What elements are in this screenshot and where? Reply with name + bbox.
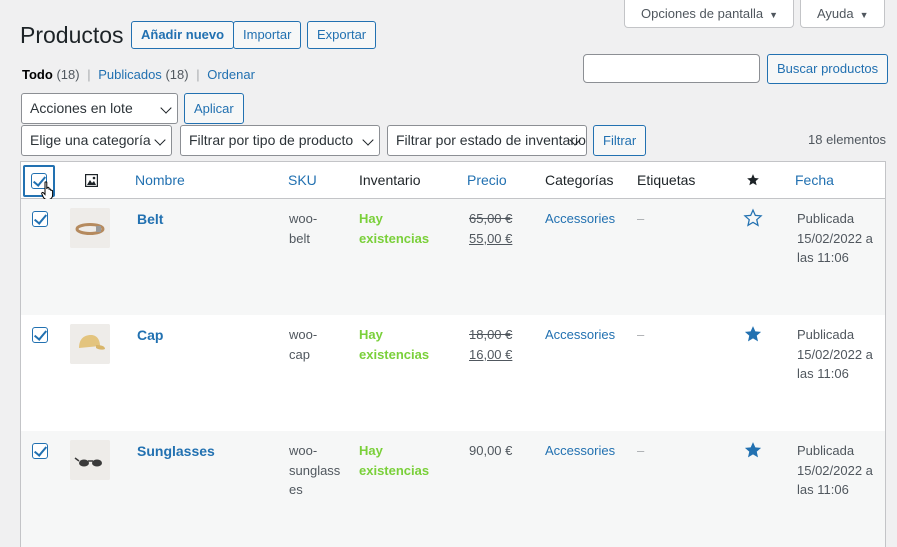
column-categories: Categorías xyxy=(545,172,614,188)
sale-price: 16,00 € xyxy=(469,346,513,362)
apply-button[interactable]: Aplicar xyxy=(184,93,244,124)
product-price: 18,00 € 16,00 € xyxy=(469,325,512,364)
stock-status: Hay existencias xyxy=(359,211,430,246)
table-row: Sunglasses woo-sunglass es Hay existencias… xyxy=(21,431,885,547)
column-date[interactable]: Fecha xyxy=(795,172,834,188)
screen-options-button[interactable]: Opciones de pantalla ▼ xyxy=(624,0,794,28)
table-header: Nombre SKU Inventario Precio Categorías … xyxy=(21,162,885,200)
product-thumbnail[interactable] xyxy=(70,208,110,248)
chevron-down-icon xyxy=(154,134,166,146)
image-icon xyxy=(85,174,98,187)
product-price: 65,00 € 55,00 € xyxy=(469,209,512,248)
table-row: Belt woo-belt Hay existencias 65,00 € 55,… xyxy=(21,199,885,315)
product-date: Publicada 15/02/2022 a las 11:06 xyxy=(797,327,873,381)
product-name-link[interactable]: Cap xyxy=(137,327,163,343)
help-button[interactable]: Ayuda ▼ xyxy=(800,0,885,28)
product-price: 90,00 € xyxy=(469,443,513,458)
product-search-input[interactable] xyxy=(583,54,760,83)
product-tags: – xyxy=(637,211,645,226)
item-count: 18 elementos xyxy=(808,132,887,147)
category-link[interactable]: Accessories xyxy=(545,441,615,461)
view-sort[interactable]: Ordenar xyxy=(207,67,255,82)
view-published[interactable]: Publicados (18) xyxy=(98,67,188,82)
stock-status: Hay existencias xyxy=(359,443,430,478)
import-button[interactable]: Importar xyxy=(233,21,302,49)
regular-price: 65,00 € xyxy=(469,211,513,226)
column-tags: Etiquetas xyxy=(637,172,696,188)
products-table: Nombre SKU Inventario Precio Categorías … xyxy=(20,161,886,547)
column-stock: Inventario xyxy=(359,172,421,188)
star-filled-icon[interactable] xyxy=(743,440,763,460)
product-name-link[interactable]: Belt xyxy=(137,211,163,227)
product-date: Publicada 15/02/2022 a las 11:06 xyxy=(797,211,873,265)
triangle-down-icon: ▼ xyxy=(859,10,869,20)
row-checkbox[interactable] xyxy=(32,327,48,343)
view-filters: Todo (18) | Publicados (18) | Ordenar xyxy=(22,67,255,82)
page-title: Productos xyxy=(20,22,124,48)
bulk-actions-select[interactable]: Acciones en lote xyxy=(21,93,178,124)
star-filled-icon[interactable] xyxy=(743,324,763,344)
product-thumbnail[interactable] xyxy=(70,324,110,364)
hand-pointer-icon xyxy=(41,181,54,200)
star-outline-icon[interactable] xyxy=(743,208,763,228)
category-link[interactable]: Accessories xyxy=(545,209,615,229)
column-price[interactable]: Precio xyxy=(467,172,507,188)
triangle-down-icon: ▼ xyxy=(769,10,779,20)
chevron-down-icon xyxy=(160,102,172,114)
add-new-button[interactable]: Añadir nuevo xyxy=(131,21,235,49)
row-checkbox[interactable] xyxy=(32,443,48,459)
product-sku: woo-cap xyxy=(289,327,318,362)
column-sku[interactable]: SKU xyxy=(288,172,317,188)
featured-star-icon[interactable] xyxy=(746,173,760,187)
column-name[interactable]: Nombre xyxy=(135,172,185,188)
product-tags: – xyxy=(637,443,645,458)
regular-price: 18,00 € xyxy=(469,327,513,342)
product-thumbnail[interactable] xyxy=(70,440,110,480)
product-tags: – xyxy=(637,327,645,342)
sale-price: 55,00 € xyxy=(469,230,513,246)
product-type-filter-select[interactable]: Filtrar por tipo de producto xyxy=(180,125,380,156)
stock-status: Hay existencias xyxy=(359,327,430,362)
row-checkbox[interactable] xyxy=(32,211,48,227)
product-date: Publicada 15/02/2022 a las 11:06 xyxy=(797,443,873,497)
help-label: Ayuda xyxy=(817,6,854,21)
export-button[interactable]: Exportar xyxy=(307,21,377,49)
screen-options-label: Opciones de pantalla xyxy=(641,6,764,21)
filter-button[interactable]: Filtrar xyxy=(593,125,647,156)
product-name-link[interactable]: Sunglasses xyxy=(137,443,215,459)
chevron-down-icon xyxy=(362,134,374,146)
product-sku: woo-sunglass es xyxy=(289,443,341,497)
view-all[interactable]: Todo xyxy=(22,67,53,82)
table-row: Cap woo-cap Hay existencias 18,00 € 16,00… xyxy=(21,315,885,431)
category-link[interactable]: Accessories xyxy=(545,325,615,345)
product-sku: woo-belt xyxy=(289,211,318,246)
search-products-button[interactable]: Buscar productos xyxy=(767,54,889,84)
stock-status-filter-select[interactable]: Filtrar por estado de inventario xyxy=(387,125,587,156)
category-filter-select[interactable]: Elige una categoría xyxy=(21,125,172,156)
